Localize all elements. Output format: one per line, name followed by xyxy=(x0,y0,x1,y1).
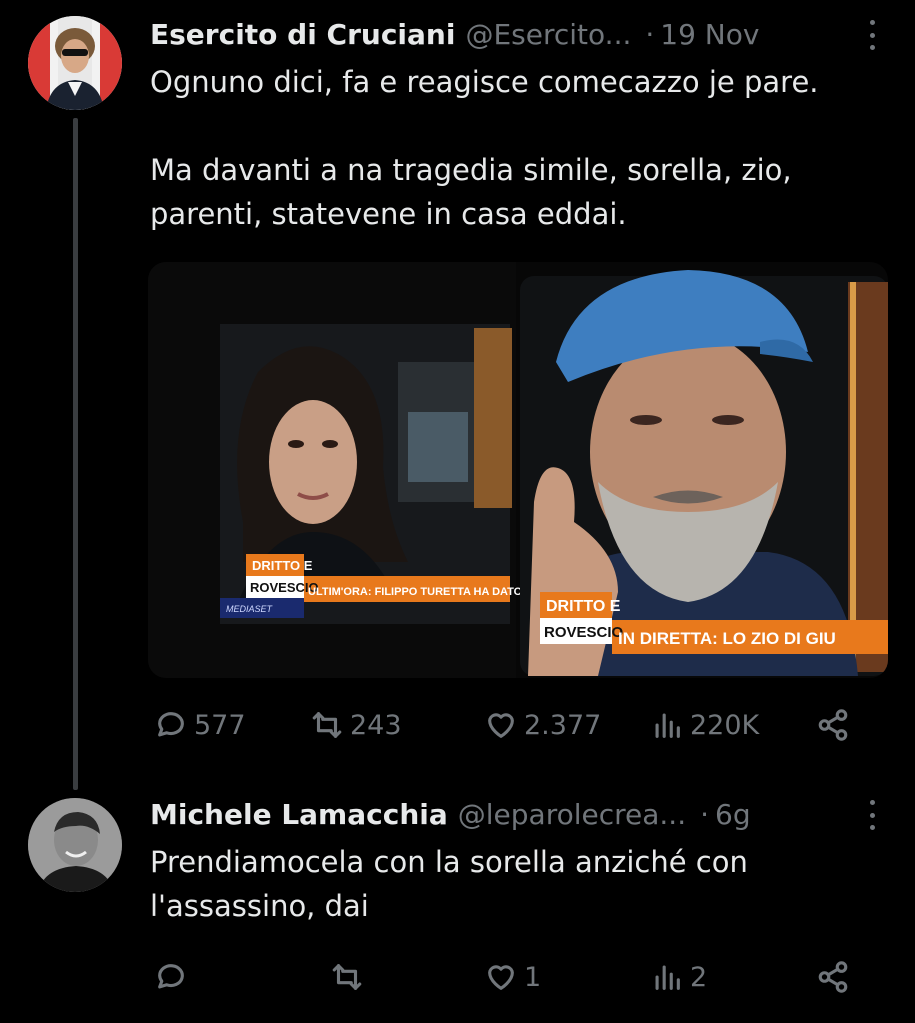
views-count: 220K xyxy=(690,709,760,741)
tweet-text: Prendiamocela con la sorella anziché con… xyxy=(150,840,748,928)
reply-count: 577 xyxy=(194,709,246,741)
repost-button[interactable] xyxy=(330,960,370,994)
separator-dot: · xyxy=(645,17,655,51)
tweet-text: Ognuno dici, fa e reagisce comecazzo je … xyxy=(150,60,819,236)
tweet-reply[interactable]: Michele Lamacchia @leparolecrea... · 6g … xyxy=(0,790,915,1023)
repost-count: 243 xyxy=(350,709,402,741)
tweet-header: Esercito di Cruciani @Esercito... · 19 N… xyxy=(150,14,759,54)
like-count: 1 xyxy=(524,961,542,993)
like-icon xyxy=(488,713,514,738)
timestamp[interactable]: 6g xyxy=(715,798,751,831)
right-ticker: IN DIRETTA: LO ZIO DI GIU xyxy=(618,629,836,648)
reply-icon xyxy=(158,964,184,989)
views-icon xyxy=(655,713,680,738)
avatar[interactable] xyxy=(28,798,122,892)
like-icon xyxy=(488,965,514,990)
author-handle[interactable]: @leparolecrea... xyxy=(458,798,686,831)
left-banner-top: DRITTO E xyxy=(252,558,313,573)
share-button[interactable] xyxy=(816,960,850,994)
share-icon xyxy=(818,709,848,741)
more-icon[interactable] xyxy=(867,20,877,50)
left-network: MEDIASET xyxy=(226,604,274,614)
tweet-text-line: Prendiamocela con la sorella anziché con xyxy=(150,845,748,879)
repost-icon xyxy=(312,712,342,738)
author-handle[interactable]: @Esercito... xyxy=(465,18,631,51)
like-button[interactable]: 2.377 xyxy=(484,708,601,742)
views-button[interactable]: 220K xyxy=(650,708,759,742)
tweet-header: Michele Lamacchia @leparolecrea... · 6g xyxy=(150,794,751,834)
like-button[interactable]: 1 xyxy=(484,960,541,994)
views-count: 2 xyxy=(690,961,708,993)
views-button[interactable]: 2 xyxy=(650,960,707,994)
right-banner-top: DRITTO E xyxy=(546,598,621,615)
repost-button[interactable]: 243 xyxy=(310,708,402,742)
reply-icon xyxy=(158,712,184,737)
tweet-text-line: Ma davanti a na tragedia simile, sorella… xyxy=(150,153,792,187)
left-ticker: ULTIM'ORA: FILIPPO TURETTA HA DATO IL CO xyxy=(308,586,555,598)
like-count: 2.377 xyxy=(524,709,602,741)
tweet-main[interactable]: Esercito di Cruciani @Esercito... · 19 N… xyxy=(0,0,915,790)
reply-button[interactable] xyxy=(154,960,194,994)
reply-button[interactable]: 577 xyxy=(154,708,246,742)
tweet-text-line: l'assassino, dai xyxy=(150,889,369,923)
tweet-media-image[interactable]: DRITTO E ROVESCIO ULTIM'ORA: FILIPPO TUR… xyxy=(148,262,888,678)
timestamp[interactable]: 19 Nov xyxy=(660,18,759,51)
author-name[interactable]: Esercito di Cruciani xyxy=(150,18,455,51)
more-icon[interactable] xyxy=(867,800,877,830)
share-button[interactable] xyxy=(816,708,850,742)
tweet-text-line: Ognuno dici, fa e reagisce comecazzo je … xyxy=(150,65,819,99)
avatar[interactable] xyxy=(28,16,122,110)
separator-dot: · xyxy=(700,797,710,831)
repost-icon xyxy=(332,964,362,990)
share-icon xyxy=(818,961,848,993)
action-bar: 1 2 xyxy=(150,952,875,1002)
author-name[interactable]: Michele Lamacchia xyxy=(150,798,448,831)
right-banner-bottom: ROVESCIO xyxy=(544,624,624,641)
action-bar: 577 243 2.377 220K xyxy=(150,700,875,750)
tweet-text-line: parenti, statevene in casa eddai. xyxy=(150,197,627,231)
views-icon xyxy=(655,965,680,990)
